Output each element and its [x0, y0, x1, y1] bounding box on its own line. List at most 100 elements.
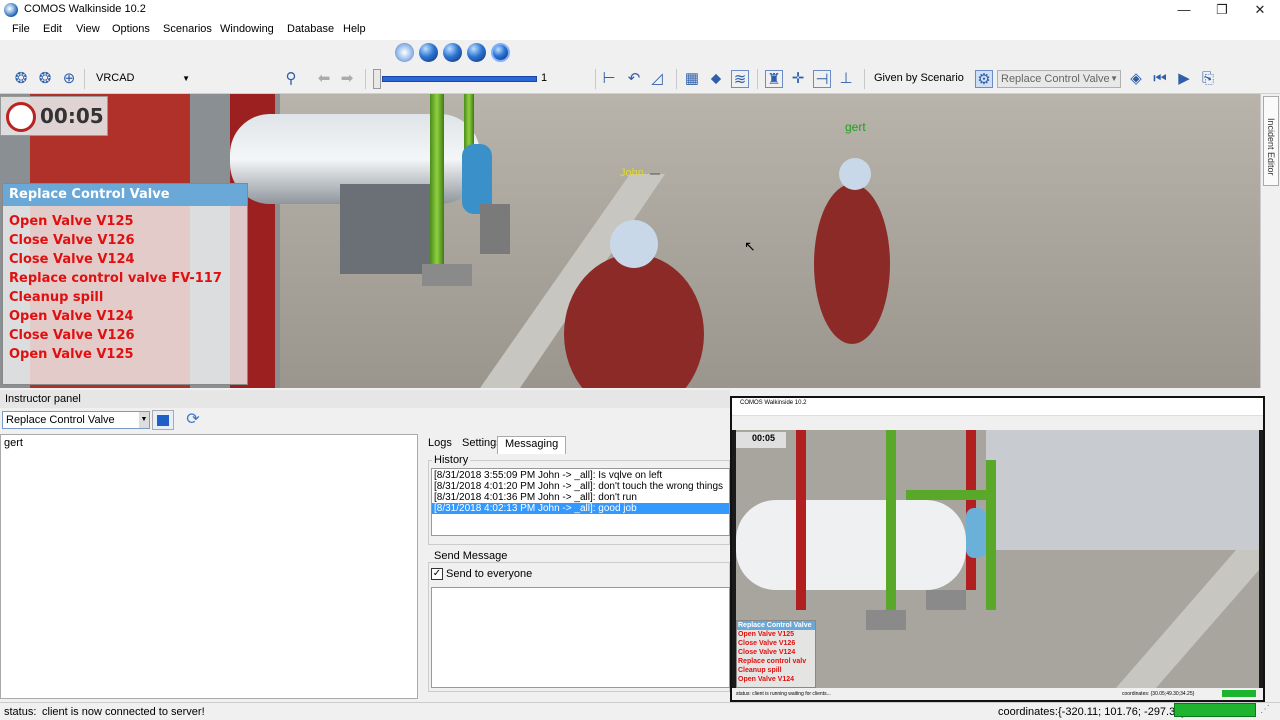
snap-down-icon[interactable]: ⊥ — [837, 70, 855, 88]
wave-icon[interactable]: ≋ — [731, 70, 749, 88]
pip-status: status: client is running waiting for cl… — [736, 691, 831, 697]
menu-scenarios[interactable]: Scenarios — [163, 23, 212, 35]
pip-coords: coordinates: {30.05;49.30;34.25} — [1122, 691, 1195, 697]
history-message[interactable]: [8/31/2018 3:55:09 PM John -> _all]: Is … — [434, 470, 662, 481]
globe-dark-icon[interactable] — [467, 43, 486, 62]
send-message-label: Send Message — [432, 550, 510, 562]
user-list[interactable]: gert — [0, 434, 418, 699]
main-toolbar: ❂ ❂ ⊕ VRCAD ▼ ⚲ ⬅ ➡ 1 ⊢ ↶ ◿ ▦ ⬥ ≋ ♜ ✛ ⊣ ⊥… — [0, 64, 1280, 94]
pin-icon[interactable]: ⬥ — [707, 70, 725, 88]
history-list[interactable]: [8/31/2018 3:55:09 PM John -> _all]: Is … — [431, 468, 730, 536]
project-label: VRCAD — [96, 72, 135, 84]
refresh-icon[interactable]: ⟳ — [183, 410, 203, 430]
rotate-icon[interactable]: ↶ — [625, 70, 643, 88]
coordinates-value: {-320.11; 101.76; -297.39} — [1058, 706, 1186, 718]
status-bar: status: client is now connected to serve… — [0, 702, 1280, 720]
grid-icon[interactable]: ▦ — [683, 70, 701, 88]
slope-icon[interactable]: ◿ — [648, 70, 666, 88]
scenario-select[interactable]: Replace Control Valve ▼ — [997, 70, 1121, 88]
pip-title: COMOS Walkinside 10.2 — [732, 398, 1263, 408]
title-bar: COMOS Walkinside 10.2 — ❐ ✕ — [0, 0, 1280, 20]
history-message-selected[interactable]: [8/31/2018 4:02:13 PM John -> _all]: goo… — [432, 503, 729, 514]
step-back-icon[interactable]: ◈ — [1127, 70, 1145, 88]
minimize-button[interactable]: — — [1165, 0, 1203, 20]
globe-wire-icon[interactable] — [395, 43, 414, 62]
export-icon[interactable]: ⎘ — [1199, 70, 1217, 88]
add-network-icon[interactable]: ⊕ — [60, 70, 78, 88]
stop-icon — [157, 415, 169, 426]
history-label: History — [432, 454, 471, 466]
pip-progress-bar — [1222, 690, 1256, 697]
back-arrow-icon[interactable]: ⬅ — [315, 70, 333, 88]
menu-view[interactable]: View — [76, 23, 100, 35]
coordinates-label: coordinates: — [998, 706, 1058, 718]
menu-database[interactable]: Database — [287, 23, 334, 35]
history-message[interactable]: [8/31/2018 4:01:36 PM John -> _all]: don… — [434, 492, 637, 503]
task-item: Replace control valve FV-117 — [9, 271, 222, 286]
speed-slider-track[interactable] — [382, 76, 537, 82]
pip-timer: 00:05 — [752, 433, 776, 443]
scenario-label: Replace Control Valve — [1001, 73, 1110, 85]
restore-button[interactable]: ❐ — [1203, 0, 1241, 20]
task-item: Cleanup spill — [9, 290, 104, 305]
speed-slider-thumb[interactable] — [373, 69, 381, 89]
given-by-select[interactable]: Given by Scenario▼ — [874, 72, 982, 84]
stop-button[interactable] — [152, 410, 174, 430]
speed-value: 1 — [541, 72, 548, 84]
history-message[interactable]: [8/31/2018 4:01:20 PM John -> _all]: don… — [434, 481, 723, 492]
menu-options[interactable]: Options — [112, 23, 150, 35]
globe-shaded-icon[interactable] — [443, 43, 462, 62]
globe-icon[interactable] — [419, 43, 438, 62]
walk-icon[interactable]: ♜ — [765, 70, 783, 88]
message-input[interactable] — [431, 587, 730, 688]
forward-arrow-icon[interactable]: ➡ — [338, 70, 356, 88]
menu-edit[interactable]: Edit — [43, 23, 62, 35]
instructor-scenario-select[interactable]: Replace Control Valve ▼ — [2, 411, 150, 429]
menu-windowing[interactable]: Windowing — [220, 23, 274, 35]
status-text: client is now connected to server! — [42, 706, 205, 718]
snap-right-icon[interactable]: ⊣ — [813, 70, 831, 88]
search-icon[interactable]: ⚲ — [282, 70, 300, 88]
task-panel: Replace Control Valve Open Valve V125 Cl… — [2, 183, 248, 385]
menu-help[interactable]: Help — [343, 23, 366, 35]
rewind-icon[interactable]: ⏮ — [1151, 70, 1169, 88]
network-settings-icon[interactable]: ❂ — [36, 70, 54, 88]
incident-editor-tab[interactable]: Incident Editor — [1263, 96, 1279, 186]
resize-grip-icon[interactable]: ⋰ — [1260, 704, 1276, 718]
pip-task: Close Valve V126 — [738, 640, 796, 647]
walkinside-window: COMOS Walkinside 10.2 — ❐ ✕ File Edit Vi… — [0, 0, 1280, 720]
globe-active-icon[interactable] — [491, 43, 510, 62]
menu-file[interactable]: File — [12, 23, 30, 35]
project-select[interactable]: VRCAD ▼ — [92, 70, 192, 87]
view-toolbar — [0, 40, 1280, 64]
pip-task-title: Replace Control Valve — [737, 621, 815, 630]
task-item: Open Valve V125 — [9, 214, 134, 229]
pip-task: Replace control valv — [738, 658, 807, 665]
send-to-everyone-checkbox[interactable]: ✓ — [431, 568, 443, 580]
list-item[interactable]: gert — [4, 437, 414, 449]
timer-text: 00:05 — [40, 104, 104, 128]
crosshair-icon[interactable]: ✛ — [789, 70, 807, 88]
close-button[interactable]: ✕ — [1241, 0, 1279, 20]
task-item: Open Valve V124 — [9, 309, 134, 324]
menu-bar: File Edit View Options Scenarios Windowi… — [0, 20, 1280, 40]
tab-logs[interactable]: Logs — [421, 436, 459, 454]
mouse-cursor-icon: ↖ — [744, 238, 756, 254]
tab-messaging[interactable]: Messaging — [497, 436, 567, 454]
network-icon[interactable]: ❂ — [12, 70, 30, 88]
window-title: COMOS Walkinside 10.2 — [24, 3, 146, 15]
pip-task-panel: Replace Control Valve Open Valve V125 Cl… — [736, 620, 816, 688]
dropdown-arrow-icon: ▼ — [182, 74, 190, 83]
task-item: Close Valve V126 — [9, 233, 135, 248]
pip-task: Close Valve V124 — [738, 649, 796, 656]
align-left-icon[interactable]: ⊢ — [600, 70, 618, 88]
task-item: Open Valve V125 — [9, 347, 134, 362]
dropdown-arrow-icon: ▼ — [139, 412, 149, 428]
remote-view-thumbnail: COMOS Walkinside 10.2 00:05 Replace Cont… — [730, 396, 1265, 702]
pip-menu — [732, 408, 1263, 416]
pip-task: Open Valve V124 — [738, 676, 795, 683]
pip-timer-panel: 00:05 — [736, 432, 786, 448]
play-icon[interactable]: ▶ — [1175, 70, 1193, 88]
gear-icon[interactable]: ⚙ — [975, 70, 993, 88]
pip-task: Cleanup spill — [738, 667, 782, 674]
